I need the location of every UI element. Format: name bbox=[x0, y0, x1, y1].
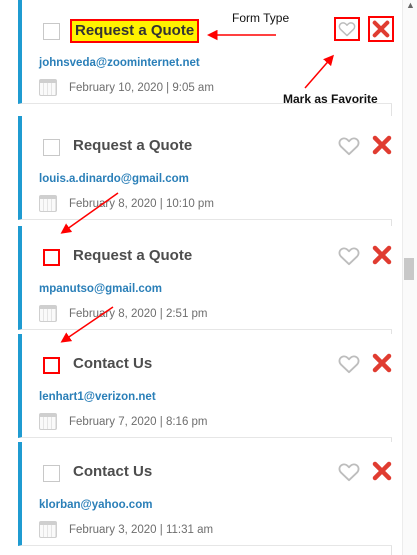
entry-card[interactable]: Contact Us klorban@yahoo.com February 3,… bbox=[18, 442, 392, 546]
heart-icon[interactable] bbox=[338, 136, 360, 156]
close-icon[interactable] bbox=[372, 461, 392, 481]
entry-date: February 3, 2020 | 11:31 am bbox=[69, 524, 214, 536]
heart-icon[interactable] bbox=[334, 17, 360, 41]
close-icon[interactable] bbox=[372, 135, 392, 155]
entry-form-type: Request a Quote bbox=[73, 247, 193, 264]
entry-card[interactable]: Contact Us lenhart1@verizon.net February… bbox=[18, 334, 392, 438]
entry-checkbox[interactable] bbox=[43, 139, 60, 156]
entry-card[interactable]: Request a Quote johnsveda@zoominternet.n… bbox=[18, 0, 394, 104]
scrollbar-thumb[interactable] bbox=[404, 258, 414, 280]
annotation-form-type: Form Type bbox=[232, 11, 290, 25]
entry-checkbox[interactable] bbox=[43, 249, 60, 266]
entry-email[interactable]: johnsveda@zoominternet.net bbox=[39, 57, 200, 69]
entry-email[interactable]: louis.a.dinardo@gmail.com bbox=[39, 173, 189, 185]
close-icon[interactable] bbox=[368, 16, 394, 42]
calendar-icon bbox=[39, 305, 57, 322]
entry-email[interactable]: klorban@yahoo.com bbox=[39, 499, 152, 511]
close-icon[interactable] bbox=[372, 353, 392, 373]
entry-email[interactable]: lenhart1@verizon.net bbox=[39, 391, 156, 403]
entry-checkbox[interactable] bbox=[43, 465, 60, 482]
heart-icon[interactable] bbox=[338, 354, 360, 374]
entry-form-type: Contact Us bbox=[73, 355, 153, 372]
entry-date: February 8, 2020 | 10:10 pm bbox=[69, 198, 214, 210]
heart-icon[interactable] bbox=[338, 462, 360, 482]
entry-form-type: Contact Us bbox=[73, 463, 153, 480]
calendar-icon bbox=[39, 521, 57, 538]
entry-form-type: Request a Quote bbox=[73, 137, 193, 154]
calendar-icon bbox=[39, 195, 57, 212]
entry-form-type: Request a Quote bbox=[70, 19, 200, 43]
entry-checkbox[interactable] bbox=[43, 23, 60, 40]
annotation-mark-favorite: Mark as Favorite bbox=[283, 92, 378, 106]
calendar-icon bbox=[39, 413, 57, 430]
entry-email[interactable]: mpanutso@gmail.com bbox=[39, 283, 162, 295]
close-icon[interactable] bbox=[372, 245, 392, 265]
entry-card[interactable]: Request a Quote mpanutso@gmail.com Febru… bbox=[18, 226, 392, 330]
entry-list: Request a Quote johnsveda@zoominternet.n… bbox=[18, 0, 394, 555]
chevron-up-icon[interactable]: ▲ bbox=[406, 0, 415, 10]
entry-date: February 7, 2020 | 8:16 pm bbox=[69, 416, 208, 428]
entry-checkbox[interactable] bbox=[43, 357, 60, 374]
entry-date: February 8, 2020 | 2:51 pm bbox=[69, 308, 208, 320]
entry-date: February 10, 2020 | 9:05 am bbox=[69, 82, 214, 94]
heart-icon[interactable] bbox=[338, 246, 360, 266]
calendar-icon bbox=[39, 79, 57, 96]
entry-card[interactable]: Request a Quote louis.a.dinardo@gmail.co… bbox=[18, 116, 392, 220]
